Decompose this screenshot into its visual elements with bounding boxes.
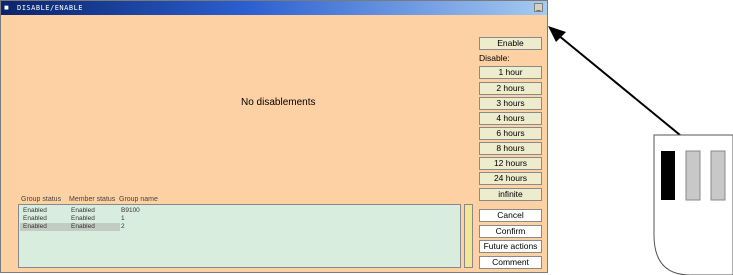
zoomed-minimize-icon	[653, 134, 733, 275]
pointer-arrow	[548, 26, 681, 136]
callout-illustration	[548, 26, 733, 275]
